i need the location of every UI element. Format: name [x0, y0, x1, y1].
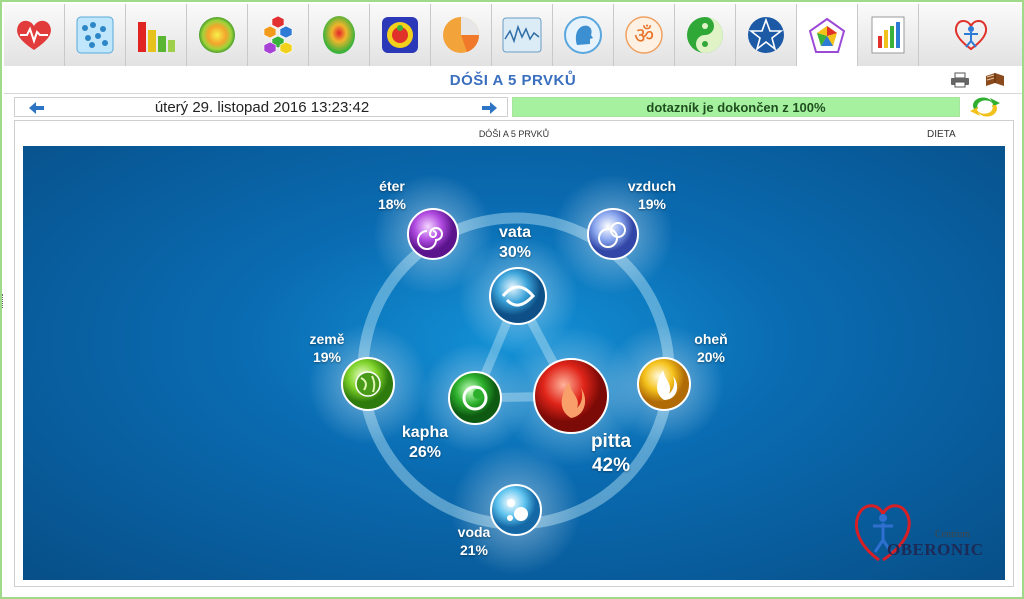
tab-heart[interactable]	[4, 4, 65, 66]
eter-label: éter 18%	[377, 178, 407, 212]
bar-chart-icon	[136, 15, 176, 55]
vata-label: vata 30%	[498, 224, 532, 261]
hexagons-icon	[258, 15, 298, 55]
doshas-diagram: éter 18% vzduch 19% země 19% oheň 20% voda 21…	[23, 146, 1005, 580]
tab-wave-chart[interactable]	[492, 4, 553, 66]
vzduch-orb	[587, 208, 639, 260]
current-date: úterý 29. listopad 2016 13:23:42	[154, 99, 370, 116]
tab-heatmap[interactable]	[309, 4, 370, 66]
zeme-label: země 19%	[309, 331, 345, 365]
body-energy-icon	[380, 15, 420, 55]
tab-pie-chart[interactable]	[431, 4, 492, 66]
svg-text:ॐ: ॐ	[634, 24, 654, 49]
tab-dots-chart[interactable]	[65, 4, 126, 66]
tab-hexagons[interactable]	[248, 4, 309, 66]
eter-orb	[407, 208, 459, 260]
pentagon-elements-icon	[807, 16, 847, 56]
pitta-orb	[533, 358, 609, 434]
yin-yang-icon	[685, 15, 725, 55]
tab-report-chart[interactable]	[858, 4, 919, 66]
heart-icon	[14, 15, 54, 55]
book-icon[interactable]	[984, 72, 1006, 88]
doshas-panel: DÓŠI A 5 PRVKŮ DIETA éter 18% vzduch 19%…	[14, 120, 1014, 587]
previous-arrow-icon[interactable]	[29, 101, 45, 114]
date-navigation: úterý 29. listopad 2016 13:23:42 dotazní…	[14, 97, 1014, 117]
tab-aura[interactable]	[187, 4, 248, 66]
star-icon	[746, 15, 786, 55]
kapha-label: kapha 26%	[401, 424, 449, 461]
ohen-label: oheň 20%	[694, 331, 728, 365]
wave-chart-icon	[502, 15, 542, 55]
printer-icon[interactable]	[950, 72, 970, 88]
tab-om[interactable]: ॐ	[614, 4, 675, 66]
om-icon: ॐ	[624, 15, 664, 55]
app-window: ॐ DÓŠI A 5 PRVKŮ úterý 29. listopad 2016…	[0, 0, 1024, 599]
tab-yin-yang[interactable]	[675, 4, 736, 66]
aura-icon	[197, 15, 237, 55]
voda-label: voda 21%	[457, 524, 491, 558]
oberonic-logo-icon	[951, 15, 991, 55]
tab-head-profile[interactable]	[553, 4, 614, 66]
progress-text: dotazník je dokončen z 100%	[646, 100, 826, 115]
pie-chart-icon	[441, 15, 481, 55]
kapha-orb	[448, 371, 502, 425]
dots-chart-icon	[75, 15, 115, 55]
vzduch-label: vzduch 19%	[627, 178, 677, 212]
page-title: DÓŠI A 5 PRVKŮ	[449, 72, 577, 89]
tab-bar-chart[interactable]	[126, 4, 187, 66]
head-profile-icon	[563, 15, 603, 55]
panel-label: DÓŠI A 5 PRVKŮ	[478, 129, 550, 139]
tab-oberonic[interactable]	[919, 4, 1022, 66]
dieta-link[interactable]: DIETA	[927, 129, 956, 140]
logo-big-text: OBERONIC	[887, 540, 984, 559]
pitta-label: pitta 42%	[590, 431, 632, 476]
logo-small-text: Centrum	[935, 529, 970, 540]
report-chart-icon	[868, 15, 908, 55]
questionnaire-progress: dotazník je dokončen z 100%	[512, 97, 960, 117]
oberonic-logo: Centrum OBERONIC	[849, 496, 989, 566]
next-arrow-icon[interactable]	[481, 101, 497, 114]
main-toolbar: ॐ	[4, 4, 1022, 67]
refresh-icon[interactable]	[968, 97, 1002, 117]
tab-pentagon-elements[interactable]	[797, 4, 858, 67]
resize-handle[interactable]	[2, 294, 6, 308]
heatmap-icon	[319, 15, 359, 55]
vata-orb	[489, 267, 547, 325]
tab-body-energy[interactable]	[370, 4, 431, 66]
date-box: úterý 29. listopad 2016 13:23:42	[14, 97, 508, 117]
tab-star[interactable]	[736, 4, 797, 66]
page-header: DÓŠI A 5 PRVKŮ	[4, 66, 1022, 94]
